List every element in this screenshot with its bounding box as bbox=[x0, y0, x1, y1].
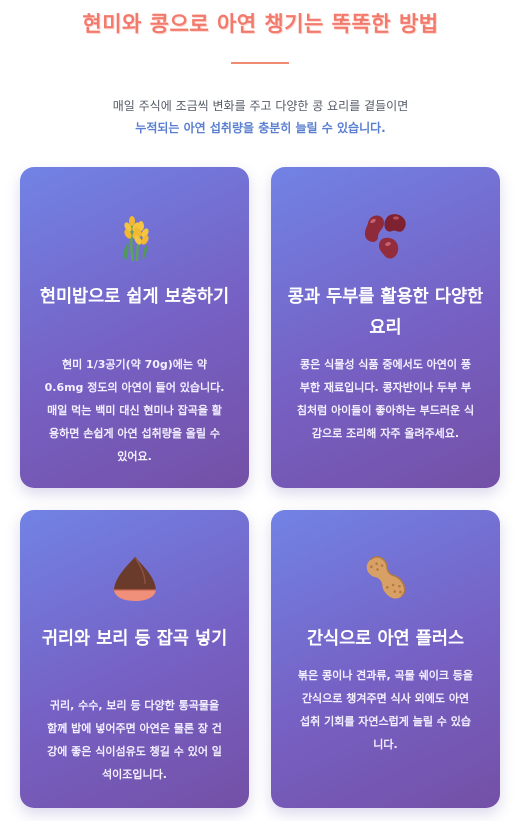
intro-highlight: 누적되는 아연 섭취량을 충분히 늘릴 수 있습니다. bbox=[135, 121, 386, 135]
card-body: 볶은 콩이나 견과류, 곡물 쉐이크 등을 간식으로 챙겨주면 식사 외에도 아… bbox=[297, 669, 474, 751]
card-body: 현미 1/3공기(약 70g)에는 약 0.6mg 정도의 아연이 들어 있습니… bbox=[44, 358, 225, 463]
card-snack: 간식으로 아연 플러스 볶은 콩이나 견과류, 곡물 쉐이크 등을 간식으로 챙… bbox=[271, 510, 500, 808]
title-divider bbox=[231, 62, 289, 64]
page-title: 현미와 콩으로 아연 챙기는 똑똑한 방법 bbox=[82, 12, 439, 36]
card-oats-barley: 귀리와 보리 등 잡곡 넣기 귀리, 수수, 보리 등 다양한 통곡물을 함께 … bbox=[20, 510, 249, 808]
card-beans-tofu: 콩과 두부를 활용한 다양한 요리 콩은 식물성 식품 중에서도 아연이 풍부한… bbox=[271, 167, 500, 488]
card-title: 간식으로 아연 플러스 bbox=[306, 629, 465, 649]
card-title: 콩과 두부를 활용한 다양한 요리 bbox=[287, 287, 484, 338]
peanut-icon bbox=[360, 552, 412, 608]
card-brown-rice: 현미밥으로 쉽게 보충하기 현미 1/3공기(약 70g)에는 약 0.6mg … bbox=[20, 167, 249, 488]
kidney-beans-icon bbox=[360, 209, 412, 265]
rice-stalk-icon bbox=[115, 213, 155, 267]
card-title: 현미밥으로 쉽게 보충하기 bbox=[39, 287, 230, 307]
intro-text: 매일 주식에 조금씩 변화를 주고 다양한 콩 요리를 곁들이면 bbox=[112, 99, 409, 113]
card-body: 콩은 식물성 식품 중에서도 아연이 풍부한 재료입니다. 콩자반이나 두부 부… bbox=[296, 358, 475, 440]
card-title: 귀리와 보리 등 잡곡 넣기 bbox=[41, 629, 228, 649]
card-body: 귀리, 수수, 보리 등 다양한 통곡물을 함께 밥에 넣어주면 아연은 물론 … bbox=[47, 699, 222, 781]
chestnut-icon bbox=[109, 554, 161, 606]
